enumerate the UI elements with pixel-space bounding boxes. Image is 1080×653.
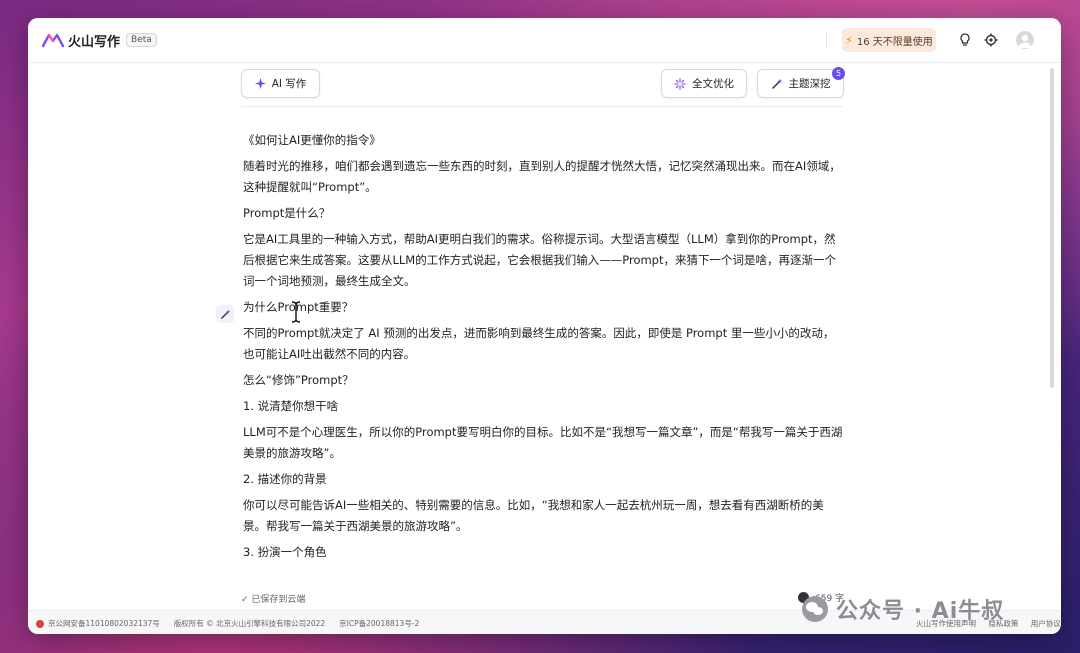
magic-wand-icon (220, 308, 231, 319)
deep-dive-button[interactable]: 主题深挖 (757, 69, 844, 98)
check-icon: ✓ (241, 595, 252, 605)
section-heading[interactable]: Prompt是什么？ (243, 203, 843, 224)
scrollbar[interactable] (1048, 62, 1056, 592)
text-cursor-icon (291, 301, 301, 323)
footer-legal: 京公网安备11010802032137号 版权所有 © 北京火山引擎科技有限公司… (36, 618, 433, 629)
polish-button[interactable]: 全文优化 (661, 69, 747, 98)
ai-write-button[interactable]: AI 写作 (241, 69, 320, 98)
avatar[interactable] (1016, 31, 1034, 49)
footer-link[interactable]: 京ICP备20018813号-2 (339, 618, 419, 629)
app-window: 火山写作 Beta ⚡ 16 天不限量使用 AI 写作 全文优化 主题深挖 5 … (28, 18, 1061, 634)
scrollbar-thumb[interactable] (1050, 68, 1054, 388)
editor-toolbar: AI 写作 全文优化 主题深挖 (241, 69, 844, 105)
paragraph[interactable]: LLM可不是个心理医生，所以你的Prompt要写明白你的目标。比如不是“我想写一… (243, 422, 843, 464)
deep-dive-label: 主题深挖 (788, 78, 831, 90)
save-status: ✓ 已保存到云端 (241, 592, 305, 605)
app-name: 火山写作 (68, 34, 121, 50)
watermark: 公众号 · Ai牛叔 (800, 592, 1004, 626)
magic-wand-icon (771, 78, 782, 89)
top-bar: 火山写作 Beta ⚡ 16 天不限量使用 (28, 18, 1061, 63)
user-icon (1018, 34, 1032, 48)
wechat-logo-icon (802, 596, 828, 622)
list-heading[interactable]: 2. 描述你的背景 (243, 469, 843, 490)
deep-dive-count-badge: 5 (832, 67, 845, 80)
beta-badge: Beta (126, 33, 157, 47)
brand[interactable]: 火山写作 Beta (42, 30, 157, 50)
doc-title[interactable]: 《如何让AI更懂你的指令》 (243, 130, 843, 151)
sparkle-icon (254, 78, 266, 89)
watermark-text: 公众号 · Ai牛叔 (836, 599, 1005, 624)
paragraph[interactable]: 不同的Prompt就决定了 AI 预测的出发点，进而影响到最终生成的答案。因此，… (243, 323, 843, 365)
footer-copyright: 版权所有 © 北京火山引擎科技有限公司2022 (173, 619, 326, 628)
list-heading[interactable]: 1. 说清楚你想干啥 (243, 396, 843, 417)
polish-label: 全文优化 (692, 78, 734, 90)
document-body[interactable]: 《如何让AI更懂你的指令》 随着时光的推移，咱们都会遇到遗忘一些东西的时刻，直到… (243, 130, 843, 568)
settings-icon[interactable] (983, 32, 999, 48)
trial-button[interactable]: ⚡ 16 天不限量使用 (842, 28, 936, 52)
volcano-logo-icon (42, 33, 64, 48)
footer-link[interactable]: 用户协议 (1031, 619, 1061, 628)
footer-link[interactable]: 京公网安备11010802032137号 (48, 618, 160, 629)
list-heading[interactable]: 3. 扮演一个角色 (243, 542, 843, 563)
ai-write-label: AI 写作 (271, 78, 307, 90)
paragraph[interactable]: 它是AI工具里的一种输入方式，帮助AI更明白我们的需求。俗称提示词。大型语言模型… (243, 229, 843, 292)
lightning-icon: ⚡ (845, 33, 853, 47)
bulb-icon[interactable] (957, 32, 973, 48)
section-heading[interactable]: 为什么Prompt重要？ (243, 297, 843, 318)
toolbar-divider (241, 106, 843, 107)
topbar-divider (826, 32, 827, 48)
magic-burst-icon (674, 77, 686, 90)
paragraph[interactable]: 随着时光的推移，咱们都会遇到遗忘一些东西的时刻，直到别人的提醒才恍然大悟，记忆突… (243, 156, 843, 198)
paragraph-tool-button[interactable] (216, 305, 234, 323)
trial-label: 16 天不限量使用 (856, 36, 933, 48)
police-emblem-icon (36, 619, 44, 628)
paragraph[interactable]: 你可以尽可能告诉AI一些相关的、特别需要的信息。比如，“我想和家人一起去杭州玩一… (243, 495, 843, 537)
section-heading[interactable]: 怎么“修饰”Prompt？ (243, 370, 843, 391)
save-status-label: 已保存到云端 (251, 595, 306, 605)
